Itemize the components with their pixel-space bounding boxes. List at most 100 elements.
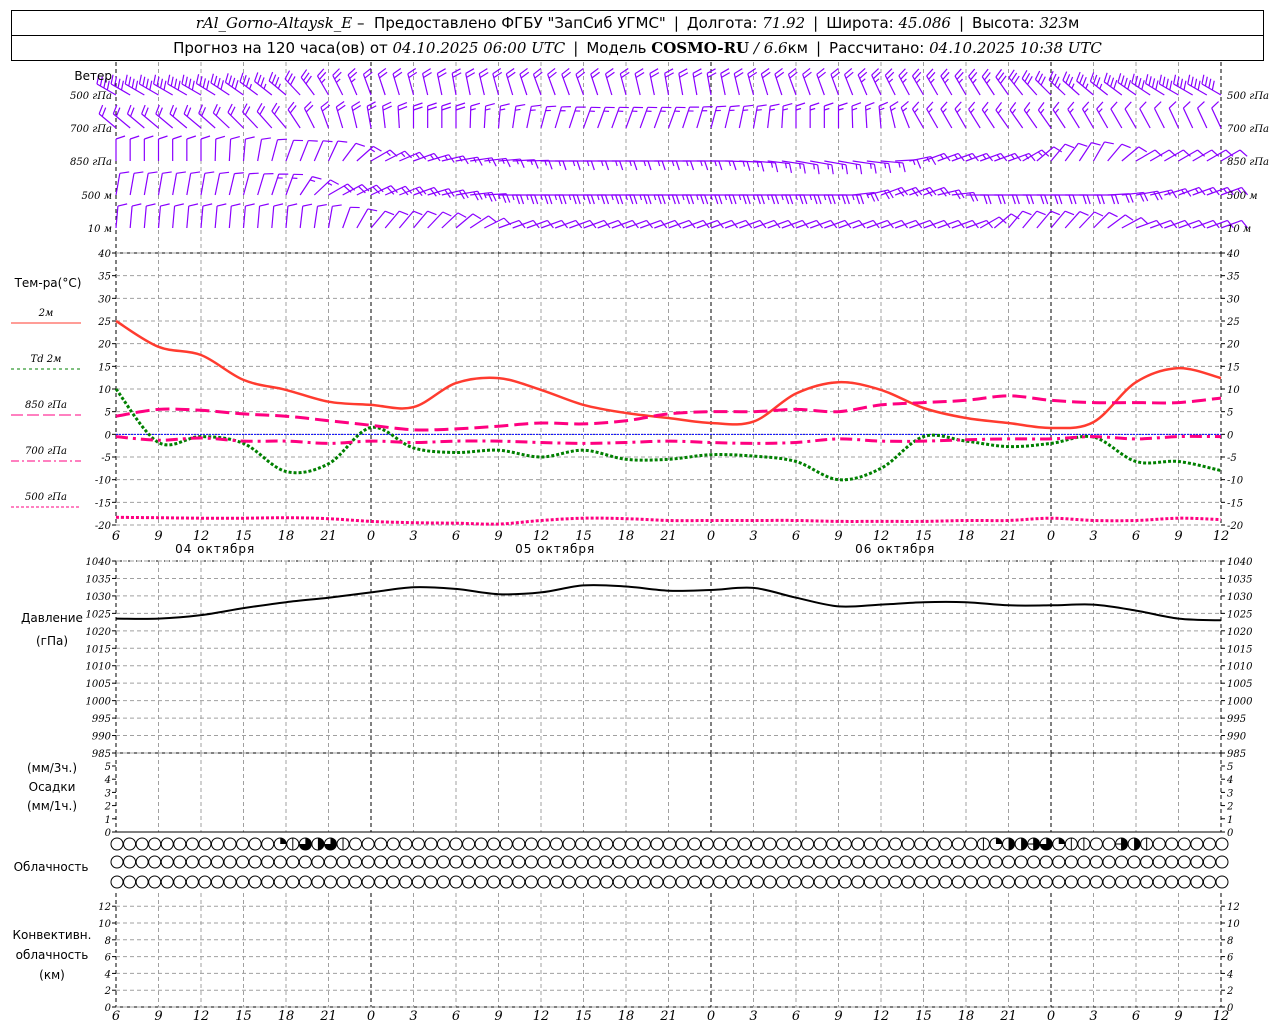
cloud-circle [575,837,589,851]
cloud-cover-symbol [688,855,702,869]
wind-barb [1008,69,1024,96]
y-tick-label-left: -5 [101,453,111,464]
wind-barb [995,102,1009,129]
barb-half-flag [851,107,858,111]
barb-flag [732,194,737,205]
barb-flag [1096,101,1104,110]
y-tick-label-right: 1 [1227,815,1233,826]
barb-flag [485,102,495,107]
cloud-cover-symbol [851,855,865,869]
cloud-circle [650,855,664,869]
barb-flag [249,172,259,175]
cloud-cover-symbol [763,855,777,869]
cloud-cover-symbol [738,855,752,869]
y-tick-label-left: 15 [98,362,111,373]
cloud-circle [210,855,224,869]
wind-barb [257,137,271,162]
barb-flag [633,160,638,171]
y-tick-label-right: 8 [1227,936,1233,947]
barb-flag [1165,78,1169,89]
cloud-circle [399,875,413,889]
barb-flag [1151,78,1156,88]
y-tick-label-right: -20 [1227,521,1244,532]
cloud-circle [512,837,526,851]
cloud-circle [160,875,174,889]
y-tick-label-right: 1020 [1227,627,1253,638]
wind-barb [954,68,967,96]
barb-shaft [830,74,840,96]
wind-barb [526,104,541,129]
barb-shaft [1196,107,1208,129]
cloud-circle [713,837,727,851]
wind-barb [900,100,910,129]
wind-barb [1107,193,1134,203]
wind-barb [342,206,360,229]
wind-barb [519,67,530,96]
wind-barb [781,102,793,129]
barb-half-flag [572,160,576,167]
cloud-circle [411,855,425,869]
barb-flag [1182,101,1191,109]
barb-half-flag [879,107,885,111]
barb-flag [1129,193,1134,203]
y-tick-label-right: 10 [1227,919,1240,930]
cloud-circle [223,855,237,869]
barb-flag [531,104,541,108]
cloud-circle [763,875,777,889]
barb-half-flag [824,107,830,111]
barb-flag [169,104,175,115]
barb-flag [969,192,975,202]
barb-half-flag [838,107,844,111]
x-tick-label: 3 [409,529,417,544]
wind-barb [313,179,339,196]
y-tick-label-right: 35 [1227,272,1240,283]
barb-flag [500,103,510,107]
cloud-circle [198,837,212,851]
x-tick-label-bottom: 9 [834,1009,842,1024]
cloud-circle [838,837,852,851]
cloud-circle [700,837,714,851]
cloud-cover-symbol [826,875,840,889]
cloud-cover-symbol [173,855,187,869]
cloud-cover-symbol [1127,855,1141,869]
cloud-circle [776,855,790,869]
x-tick-label: 18 [958,529,975,544]
barb-flag [129,135,140,140]
wind-barb [257,203,269,229]
barb-flag [747,68,757,75]
cloud-cover-symbol [462,837,476,851]
barb-flag [1027,76,1033,85]
cloud-circle [826,875,840,889]
cloud-circle [1077,875,1091,889]
barb-shaft [257,206,261,229]
cloud-circle [512,875,526,889]
cloud-circle [1052,875,1066,889]
barb-shaft [356,208,369,229]
cloud-circle [273,855,287,869]
cloud-cover-symbol [575,875,589,889]
wind-title: Ветер [74,69,112,83]
cloud-cover-symbol [1140,855,1154,869]
cloud-cover-symbol [1115,837,1129,851]
x-tick-label-bottom: 6 [792,1009,800,1024]
wind-barb [407,68,418,96]
barb-flag [274,76,280,87]
barb-flag [133,171,144,174]
wind-barb [483,102,495,129]
barb-half-flag [429,154,435,160]
x-tick-label-bottom: 3 [749,1009,757,1024]
cloud-circle [763,855,777,869]
y-tick-label-right: 10 [1227,385,1240,396]
barb-flag [1190,76,1194,87]
cloud-cover-symbol [637,855,651,869]
wind-barb [327,204,342,229]
barb-half-flag [766,194,770,201]
barb-shaft [342,142,357,162]
barb-flag [312,176,322,180]
cloud-circle [236,875,250,889]
barb-flag [119,171,130,174]
cloud-cover-symbol [600,837,614,851]
barb-flag [530,194,535,205]
cloud-cover-symbol [788,855,802,869]
cloud-circle [914,837,928,851]
